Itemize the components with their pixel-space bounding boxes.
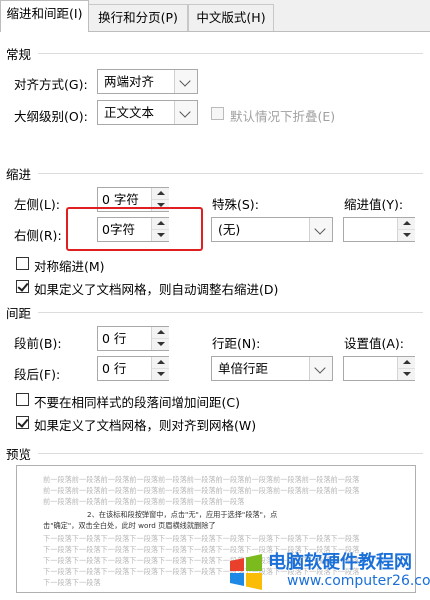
auto-adjust-checkbox[interactable] — [16, 280, 29, 293]
section-preview-heading: 预览 — [6, 447, 32, 462]
collapse-label: 默认情况下折叠(E) — [230, 109, 336, 124]
spin-up-icon[interactable] — [397, 218, 415, 230]
preview-line: 下一段落下一段落 — [43, 578, 101, 587]
line-spacing-label: 行距(N): — [212, 336, 261, 351]
outline-level-label: 大纲级别(O): — [14, 109, 88, 124]
tab-label: 换行和分页(P) — [98, 10, 178, 25]
space-after-spinner[interactable]: 0 行 — [97, 356, 169, 381]
tab-label: 中文版式(H) — [196, 10, 266, 25]
spin-up-icon[interactable] — [151, 188, 169, 200]
outline-level-select[interactable]: 正文文本 — [97, 100, 198, 125]
snap-to-grid-label: 如果定义了文档网格，则对齐到网格(W) — [34, 418, 257, 433]
watermark-title: 电脑软硬件教程网 — [268, 552, 412, 573]
space-before-spinner[interactable]: 0 行 — [97, 326, 169, 351]
preview-line: 前一段落前一段落前一段落前一段落前一段落前一段落前一段落 — [43, 497, 245, 506]
at-label: 设置值(A): — [344, 336, 405, 351]
chevron-down-icon[interactable] — [174, 70, 197, 93]
before-label: 段前(B): — [14, 336, 62, 351]
space-before-value: 0 行 — [102, 331, 127, 346]
tab-bar: 换行和分页(P) 中文版式(H) 缩进和间距(I) — [0, 0, 430, 32]
spin-up-icon[interactable] — [397, 357, 415, 369]
special-label: 特殊(S): — [212, 197, 259, 212]
spin-down-icon[interactable] — [151, 369, 169, 380]
section-general-heading: 常规 — [6, 47, 32, 62]
left-indent-label: 左侧(L): — [14, 197, 60, 212]
alignment-select[interactable]: 两端对齐 — [97, 69, 198, 94]
line-spacing-select[interactable]: 单倍行距 — [211, 356, 333, 381]
space-after-value: 0 行 — [102, 361, 127, 376]
watermark-url: www.computer26.com — [287, 573, 430, 589]
preview-sample-line: 2、在该标和段按弹窗中，点击"无"，应用于选择"段落"，点 — [87, 510, 278, 519]
no-space-same-style-checkbox[interactable] — [16, 393, 29, 406]
preview-line: 下一段落下一段落下一段落下一段落下一段落下一段落下一段落下一段落下一段落下一段落… — [43, 534, 360, 543]
spin-down-icon[interactable] — [397, 369, 415, 380]
collapse-checkbox[interactable] — [211, 107, 224, 120]
tab-indents-spacing[interactable]: 缩进和间距(I) — [0, 0, 89, 32]
tab-label: 缩进和间距(I) — [6, 6, 83, 21]
line-spacing-value: 单倍行距 — [218, 361, 269, 376]
chevron-down-icon[interactable] — [309, 357, 332, 380]
no-space-same-style-label: 不要在相同样式的段落间增加间距(C) — [34, 395, 240, 410]
tab-asian-typography[interactable]: 中文版式(H) — [188, 4, 274, 31]
special-indent-value: (无) — [218, 222, 241, 237]
preview-sample-line: 击"确定"，双击全白处，此时 word 页眉横线就删除了 — [43, 521, 216, 530]
outline-level-value: 正文文本 — [104, 105, 155, 120]
at-spinner[interactable] — [343, 356, 415, 381]
indent-by-spinner[interactable] — [343, 217, 415, 242]
chevron-down-icon[interactable] — [174, 101, 197, 124]
divider — [38, 453, 423, 454]
tab-line-page-breaks[interactable]: 换行和分页(P) — [88, 4, 188, 31]
spin-down-icon[interactable] — [151, 339, 169, 350]
spin-up-icon[interactable] — [151, 327, 169, 339]
mirror-indents-label: 对称缩进(M) — [34, 259, 105, 274]
alignment-label: 对齐方式(G): — [14, 77, 88, 92]
special-indent-select[interactable]: (无) — [211, 217, 333, 242]
checkmark-icon — [17, 416, 29, 428]
highlight-box — [66, 207, 203, 251]
snap-to-grid-checkbox[interactable] — [16, 416, 29, 429]
windows-logo-icon — [230, 554, 262, 590]
auto-adjust-label: 如果定义了文档网格，则自动调整右缩进(D) — [34, 282, 279, 297]
alignment-value: 两端对齐 — [104, 74, 155, 89]
divider — [38, 53, 423, 54]
mirror-indents-checkbox[interactable] — [16, 257, 29, 270]
checkmark-icon — [17, 280, 29, 292]
after-label: 段后(F): — [14, 367, 61, 382]
preview-line: 前一段落前一段落前一段落前一段落前一段落前一段落前一段落前一段落前一段落前一段落… — [43, 486, 360, 495]
spin-down-icon[interactable] — [397, 230, 415, 241]
right-indent-label: 右侧(R): — [14, 228, 62, 243]
section-indent-heading: 缩进 — [6, 167, 32, 182]
section-spacing-heading: 间距 — [6, 306, 32, 321]
indent-by-label: 缩进值(Y): — [344, 197, 404, 212]
preview-line: 前一段落前一段落前一段落前一段落前一段落前一段落前一段落前一段落前一段落前一段落… — [43, 475, 360, 484]
divider — [38, 173, 423, 174]
chevron-down-icon[interactable] — [309, 218, 332, 241]
divider — [38, 312, 423, 313]
spin-up-icon[interactable] — [151, 357, 169, 369]
